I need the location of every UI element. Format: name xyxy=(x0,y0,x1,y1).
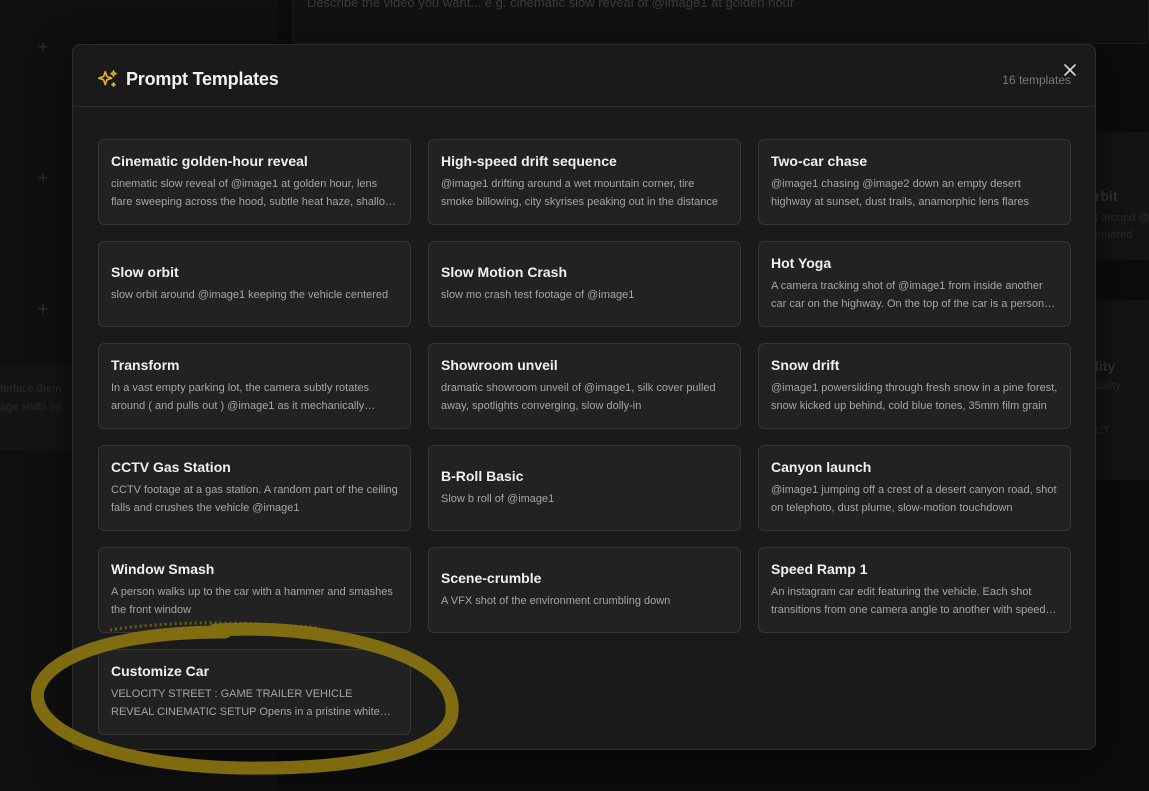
add-icon: + xyxy=(37,168,49,188)
template-title: CCTV Gas Station xyxy=(111,459,231,475)
template-card-snow-drift[interactable]: Snow drift @image1 powersliding through … xyxy=(758,343,1071,429)
template-title: Customize Car xyxy=(111,663,210,679)
template-description: A person walks up to the car with a hamm… xyxy=(111,586,393,616)
template-title: High-speed drift sequence xyxy=(441,153,617,169)
template-title: Snow drift xyxy=(771,357,840,373)
template-title: Transform xyxy=(111,357,180,373)
prompt-templates-modal: Prompt Templates 16 templates Cinematic … xyxy=(72,44,1096,750)
template-title: Hot Yoga xyxy=(771,255,832,271)
template-card-speed-ramp-1[interactable]: Speed Ramp 1 An instagram car edit featu… xyxy=(758,547,1071,633)
template-card-cinematic-golden-hour-reveal[interactable]: Cinematic golden-hour reveal cinematic s… xyxy=(98,139,411,225)
template-description: slow mo crash test footage of @image1 xyxy=(441,289,635,301)
template-card-high-speed-drift-sequence[interactable]: High-speed drift sequence @image1 drifti… xyxy=(428,139,741,225)
template-card-window-smash[interactable]: Window Smash A person walks up to the ca… xyxy=(98,547,411,633)
template-card-hot-yoga[interactable]: Hot Yoga A camera tracking shot of @imag… xyxy=(758,241,1071,327)
background-right-sub: t around @ xyxy=(1095,212,1149,224)
template-description: @image1 chasing @image2 down an empty de… xyxy=(771,178,1030,208)
template-card-slow-motion-crash[interactable]: Slow Motion Crash slow mo crash test foo… xyxy=(428,241,741,327)
template-title: Window Smash xyxy=(111,561,215,577)
background-right-card: lity uality CT xyxy=(1095,300,1149,480)
template-card-showroom-unveil[interactable]: Showroom unveil dramatic showroom unveil… xyxy=(428,343,741,429)
template-title: Cinematic golden-hour reveal xyxy=(111,153,308,169)
template-grid: Cinematic golden-hour reveal cinematic s… xyxy=(98,139,1071,735)
background-right-sub: uality xyxy=(1095,380,1121,392)
background-right-card: rbit t around @ entered xyxy=(1095,132,1149,260)
template-title: B-Roll Basic xyxy=(441,468,524,484)
template-card-cctv-gas-station[interactable]: CCTV Gas Station CCTV footage at a gas s… xyxy=(98,445,411,531)
background-prompt-placeholder: Describe the video you want... e.g. cine… xyxy=(307,0,795,10)
template-card-canyon-launch[interactable]: Canyon launch @image1 jumping off a cres… xyxy=(758,445,1071,531)
template-card-scene-crumble[interactable]: Scene-crumble A VFX shot of the environm… xyxy=(428,547,741,633)
background-sidebar-text: age shifts int xyxy=(0,401,62,413)
background-sidebar-text: terface them xyxy=(0,383,62,395)
template-description: @image1 jumping off a crest of a desert … xyxy=(771,484,1057,514)
background-right-sub: CT xyxy=(1095,425,1110,437)
close-icon[interactable] xyxy=(1061,61,1079,79)
template-card-customize-car[interactable]: Customize Car VELOCITY STREET : GAME TRA… xyxy=(98,649,411,735)
add-icon: + xyxy=(37,37,49,57)
background-prompt-input: Describe the video you want... e.g. cine… xyxy=(292,0,1149,44)
template-description: dramatic showroom unveil of @image1, sil… xyxy=(441,382,716,412)
template-title: Speed Ramp 1 xyxy=(771,561,868,577)
template-card-transform[interactable]: Transform In a vast empty parking lot, t… xyxy=(98,343,411,429)
sparkles-icon xyxy=(98,70,117,88)
template-description: VELOCITY STREET : GAME TRAILER VEHICLE R… xyxy=(111,688,380,718)
background-right-title: lity xyxy=(1095,358,1116,374)
template-card-b-roll-basic[interactable]: B-Roll Basic Slow b roll of @image1 xyxy=(428,445,741,531)
template-description: @image1 drifting around a wet mountain c… xyxy=(441,178,718,208)
template-title: Slow orbit xyxy=(111,264,179,280)
template-description: An instagram car edit featuring the vehi… xyxy=(771,586,1046,616)
add-icon: + xyxy=(37,299,49,319)
modal-header: Prompt Templates 16 templates xyxy=(73,45,1095,107)
template-card-slow-orbit[interactable]: Slow orbit slow orbit around @image1 kee… xyxy=(98,241,411,327)
template-title: Showroom unveil xyxy=(441,357,558,373)
template-description: In a vast empty parking lot, the camera … xyxy=(111,382,370,412)
background-right-sub: entered xyxy=(1095,229,1133,241)
template-title: Two-car chase xyxy=(771,153,868,169)
template-description: A VFX shot of the environment crumbling … xyxy=(441,595,671,607)
template-description: @image1 powersliding through fresh snow … xyxy=(771,382,1058,412)
template-title: Slow Motion Crash xyxy=(441,264,567,280)
template-description: CCTV footage at a gas station. A random … xyxy=(111,484,398,514)
template-title: Canyon launch xyxy=(771,459,872,475)
template-description: Slow b roll of @image1 xyxy=(441,493,555,505)
template-description: cinematic slow reveal of @image1 at gold… xyxy=(111,178,393,208)
template-description: slow orbit around @image1 keeping the ve… xyxy=(111,289,389,301)
template-description: A camera tracking shot of @image1 from i… xyxy=(771,280,1045,310)
template-card-two-car-chase[interactable]: Two-car chase @image1 chasing @image2 do… xyxy=(758,139,1071,225)
background-right-title: rbit xyxy=(1095,188,1118,204)
modal-title: Prompt Templates xyxy=(126,69,279,89)
template-title: Scene-crumble xyxy=(441,570,542,586)
